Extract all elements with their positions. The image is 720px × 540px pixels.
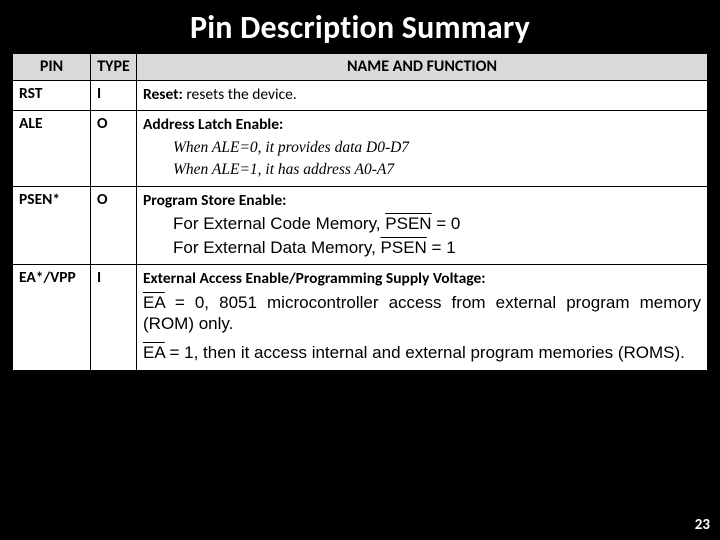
- desc-detail: EA = 0, 8051 microcontroller access from…: [143, 292, 701, 335]
- type-cell: O: [91, 186, 137, 265]
- header-name-fn: NAME AND FUNCTION: [137, 54, 708, 81]
- desc-cell: Reset: resets the device.: [137, 81, 708, 111]
- overline-psen: PSEN: [385, 214, 431, 233]
- desc-detail: When ALE=1, it has address A0-A7: [143, 160, 701, 179]
- desc-title: Program Store Enable:: [143, 191, 286, 210]
- pin-table: PIN TYPE NAME AND FUNCTION RST I Reset: …: [12, 53, 708, 371]
- desc-text: resets the device.: [186, 85, 296, 104]
- overline-ea: EA: [143, 343, 165, 362]
- desc-detail: For External Code Memory, PSEN = 0: [143, 213, 701, 234]
- header-type: TYPE: [91, 54, 137, 81]
- table-row: PSEN* O Program Store Enable: For Extern…: [13, 186, 708, 265]
- header-pin: PIN: [13, 54, 91, 81]
- desc-title: Reset:: [143, 85, 183, 104]
- pin-cell: PSEN*: [13, 186, 91, 265]
- table-row: RST I Reset: resets the device.: [13, 81, 708, 111]
- desc-detail: When ALE=0, it provides data D0-D7: [143, 138, 701, 157]
- desc-cell: Program Store Enable: For External Code …: [137, 186, 708, 265]
- desc-detail: For External Data Memory, PSEN = 1: [143, 237, 701, 258]
- pin-cell: EA*/VPP: [13, 265, 91, 370]
- overline-psen: PSEN: [381, 238, 427, 257]
- desc-title: Address Latch Enable:: [143, 115, 283, 134]
- pin-cell: ALE: [13, 111, 91, 186]
- type-cell: O: [91, 111, 137, 186]
- desc-detail: EA = 1, then it access internal and exte…: [143, 342, 701, 363]
- type-cell: I: [91, 265, 137, 370]
- desc-cell: External Access Enable/Programming Suppl…: [137, 265, 708, 370]
- table-row: ALE O Address Latch Enable: When ALE=0, …: [13, 111, 708, 186]
- overline-ea: EA: [143, 293, 165, 312]
- table-row: EA*/VPP I External Access Enable/Program…: [13, 265, 708, 370]
- page-number: 23: [695, 516, 710, 534]
- slide-title: Pin Description Summary: [0, 0, 720, 53]
- desc-cell: Address Latch Enable: When ALE=0, it pro…: [137, 111, 708, 186]
- type-cell: I: [91, 81, 137, 111]
- desc-title: External Access Enable/Programming Suppl…: [143, 269, 486, 288]
- table-header-row: PIN TYPE NAME AND FUNCTION: [13, 54, 708, 81]
- pin-cell: RST: [13, 81, 91, 111]
